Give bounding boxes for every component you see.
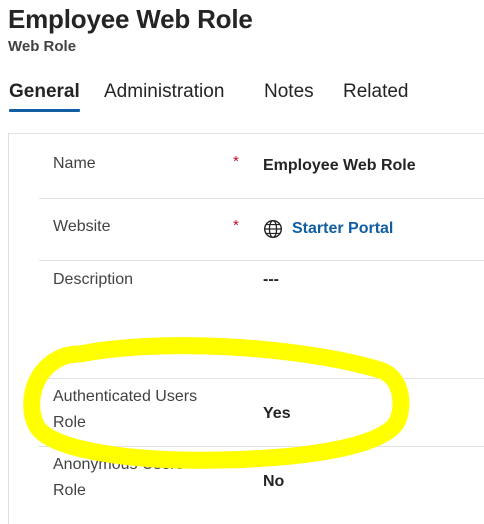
tab-related[interactable]: Related xyxy=(343,78,409,106)
required-indicator: * xyxy=(233,217,239,234)
tab-administration[interactable]: Administration xyxy=(104,78,224,106)
form-row-description: Description --- xyxy=(39,260,484,379)
authenticated-users-role-label-line2: Role xyxy=(53,414,86,431)
authenticated-users-role-field[interactable]: Yes xyxy=(263,402,291,426)
form-row-authenticated-users-role: Authenticated Users Role Yes xyxy=(39,378,484,447)
description-field[interactable]: --- xyxy=(263,268,279,292)
page-subtitle: Web Role xyxy=(8,38,77,55)
globe-icon xyxy=(263,219,283,239)
required-indicator: * xyxy=(233,153,239,170)
form-row-name: Name * Employee Web Role xyxy=(39,134,484,199)
description-label: Description xyxy=(53,271,134,288)
tab-notes[interactable]: Notes xyxy=(264,78,314,106)
name-field[interactable]: Employee Web Role xyxy=(263,154,416,178)
website-link-text: Starter Portal xyxy=(292,220,394,237)
form-row-anonymous-users-role: Anonymous Users Role No xyxy=(39,446,484,516)
form-row-website: Website * Starter Portal xyxy=(39,198,484,261)
anonymous-users-role-label-line1: Anonymous Users xyxy=(53,456,184,473)
tab-notes-label: Notes xyxy=(264,81,314,102)
active-tab-indicator xyxy=(9,109,80,112)
anonymous-users-role-label-line2: Role xyxy=(53,482,86,499)
tab-general-label: General xyxy=(9,81,80,102)
general-form-panel: Name * Employee Web Role Website * Start… xyxy=(8,133,484,524)
anonymous-users-role-field[interactable]: No xyxy=(263,470,284,494)
page-title: Employee Web Role xyxy=(8,4,253,34)
tab-related-label: Related xyxy=(343,81,409,102)
tab-bar: General Administration Notes Related xyxy=(0,78,484,118)
tab-administration-label: Administration xyxy=(104,81,225,102)
authenticated-users-role-label-line1: Authenticated Users xyxy=(53,388,198,405)
name-label: Name xyxy=(53,155,96,172)
tab-general[interactable]: General xyxy=(9,78,80,112)
website-label: Website xyxy=(53,218,111,235)
page-header: Employee Web Role Web Role xyxy=(8,2,253,57)
website-lookup-link[interactable]: Starter Portal xyxy=(263,217,393,241)
